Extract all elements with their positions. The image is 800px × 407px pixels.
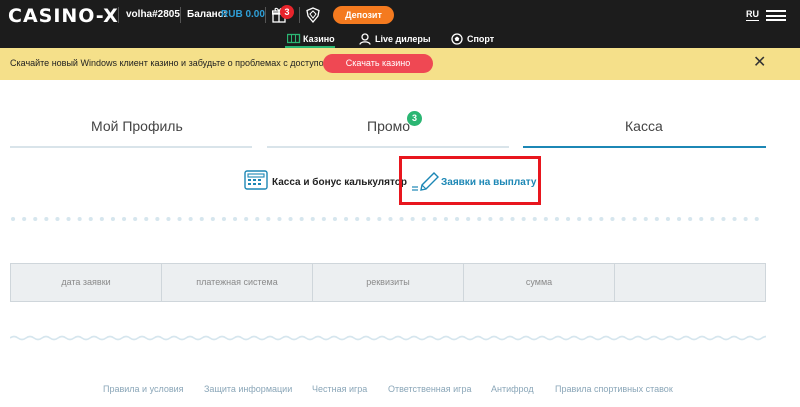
column-header-amount: сумма xyxy=(464,264,615,301)
highlight-box xyxy=(399,156,541,205)
divider xyxy=(299,7,300,23)
tab-promo-underline xyxy=(267,146,509,148)
divider xyxy=(265,7,266,23)
dealer-icon xyxy=(359,33,371,45)
cashier-calculator-link[interactable]: Касса и бонус калькулятор xyxy=(272,177,407,188)
download-notice: Скачайте новый Windows клиент казино и з… xyxy=(0,48,800,80)
slot-icon xyxy=(287,33,301,44)
tab-casino-label: Казино xyxy=(303,34,335,44)
footer-link-antifraud[interactable]: Антифрод xyxy=(491,384,534,394)
sub-navigation: Казино Live дилеры Спорт xyxy=(0,30,800,48)
footer-link-sports-rules[interactable]: Правила спортивных ставок xyxy=(555,384,673,394)
dotted-divider xyxy=(11,217,765,221)
divider xyxy=(180,7,181,23)
footer-link-fair-play[interactable]: Честная игра xyxy=(312,384,367,394)
ball-icon xyxy=(451,33,463,45)
top-bar: CASINO-X volha#2805 Баланс: RUB 0.00 3 Д… xyxy=(0,0,800,30)
calculator-icon[interactable] xyxy=(244,170,268,190)
tab-promo[interactable]: Промо xyxy=(367,118,410,134)
tab-cashier-underline xyxy=(523,146,766,148)
tab-cashier[interactable]: Касса xyxy=(625,118,663,134)
deposit-button[interactable]: Депозит xyxy=(333,6,394,24)
column-header-actions xyxy=(615,264,765,301)
tab-my-profile[interactable]: Мой Профиль xyxy=(91,118,183,134)
gift-count-badge: 3 xyxy=(280,5,294,19)
footer-link-terms[interactable]: Правила и условия xyxy=(103,384,184,394)
promo-count-badge: 3 xyxy=(407,111,422,126)
username[interactable]: volha#2805 xyxy=(126,9,180,20)
column-header-requisites: реквизиты xyxy=(313,264,464,301)
tab-live-dealers-label: Live дилеры xyxy=(375,34,431,44)
casino-logo[interactable]: CASINO-X xyxy=(8,5,119,27)
tab-sport[interactable]: Спорт xyxy=(449,30,494,48)
language-selector[interactable]: RU xyxy=(746,9,759,21)
divider xyxy=(118,7,119,23)
menu-icon[interactable] xyxy=(766,10,786,21)
balance-value: RUB 0.00 xyxy=(221,9,265,20)
wavy-divider xyxy=(10,335,766,341)
download-casino-button[interactable]: Скачать казино xyxy=(323,54,433,73)
column-header-payment-system: платежная система xyxy=(162,264,313,301)
tab-live-dealers[interactable]: Live дилеры xyxy=(357,30,431,48)
tab-my-profile-underline xyxy=(10,146,252,148)
footer-link-responsible-gaming[interactable]: Ответственная игра xyxy=(388,384,471,394)
tab-sport-label: Спорт xyxy=(467,34,495,44)
close-icon[interactable]: ✕ xyxy=(753,55,766,71)
footer-link-privacy[interactable]: Защита информации xyxy=(204,384,292,394)
shield-icon[interactable] xyxy=(306,7,320,23)
payout-table-header: дата заявки платежная система реквизиты … xyxy=(10,263,766,302)
column-header-request-date: дата заявки xyxy=(11,264,162,301)
tab-casino[interactable]: Казино xyxy=(285,30,335,48)
notice-text: Скачайте новый Windows клиент казино и з… xyxy=(10,58,330,68)
